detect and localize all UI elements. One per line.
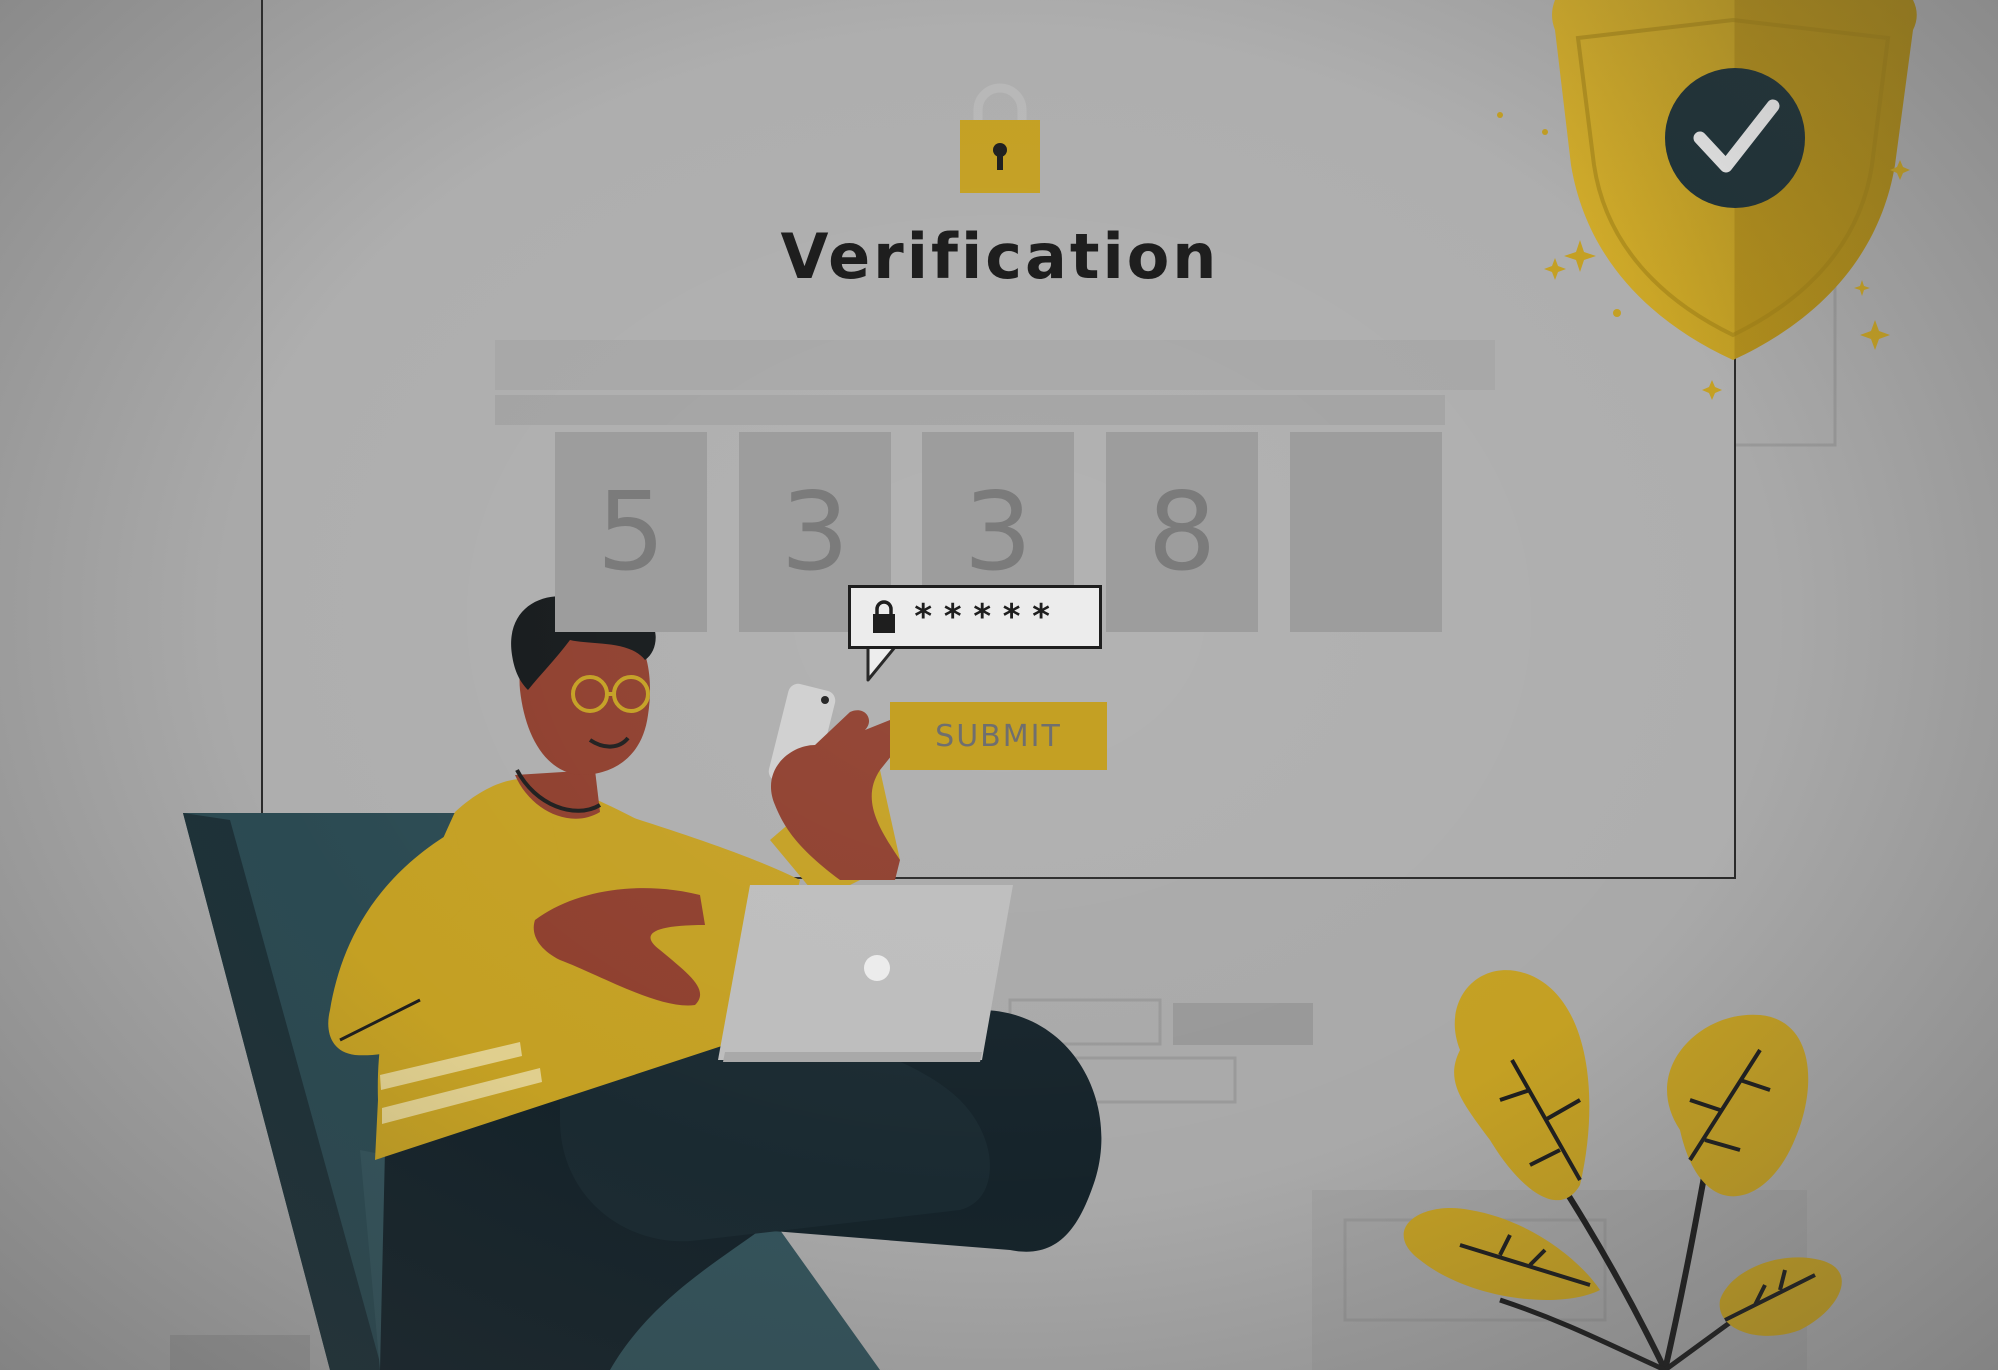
placeholder-block <box>1173 1003 1313 1045</box>
code-input-digit-5[interactable] <box>1290 432 1442 632</box>
padlock-icon <box>873 600 895 633</box>
form-placeholder <box>495 395 1445 425</box>
password-bubble[interactable]: ***** <box>848 585 1102 649</box>
placeholder-block <box>170 1335 310 1370</box>
verification-illustration <box>0 0 1998 1370</box>
submit-button[interactable]: SUBMIT <box>890 702 1107 770</box>
page-title: Verification <box>780 220 1220 293</box>
code-input-digit-1[interactable]: 5 <box>555 432 707 632</box>
password-mask: ***** <box>913 597 1061 637</box>
code-input-digit-4[interactable]: 8 <box>1106 432 1258 632</box>
form-placeholder <box>495 340 1495 390</box>
laptop <box>718 885 1013 1062</box>
